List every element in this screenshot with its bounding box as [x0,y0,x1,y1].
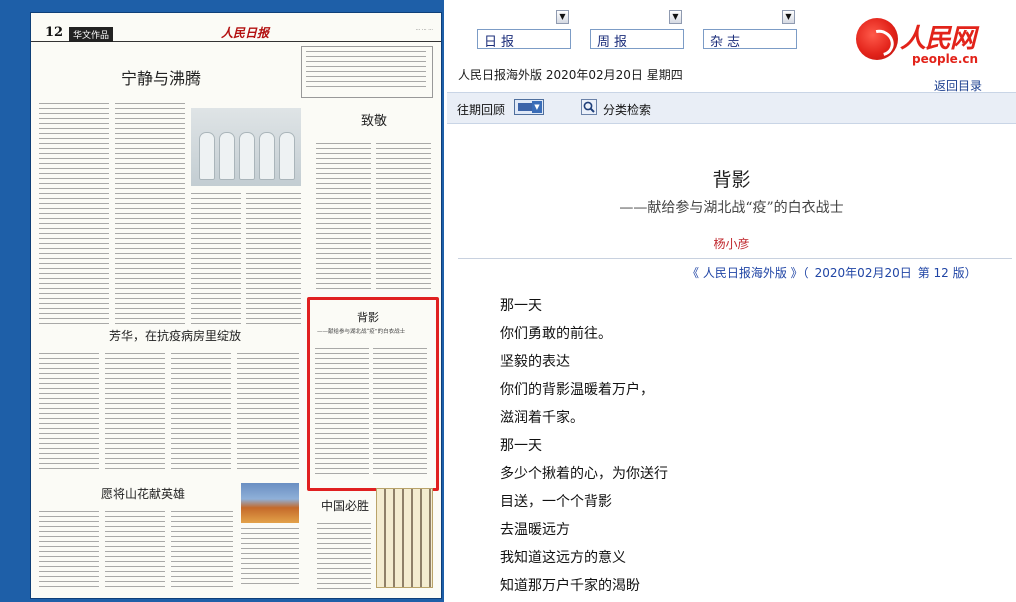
chevron-down-icon: ▼ [532,101,542,113]
poem-line: 坚毅的表达 [500,354,570,370]
article-author: 杨小彦 [713,237,750,251]
text-column [39,103,109,328]
poem-line: 你们勇敢的前往。 [500,326,612,342]
people-logo-icon[interactable] [856,18,899,62]
poem-line: 去温暖远方 [500,522,570,538]
chevron-down-icon[interactable]: ▼ [669,10,682,24]
poem-line: 我知道这远方的意义 [500,550,626,566]
text-column [191,193,241,328]
category-search-link[interactable]: 分类检索 [603,101,651,118]
text-column [241,528,299,588]
chevron-down-icon[interactable]: ▼ [782,10,795,24]
nurses-photo[interactable] [191,108,301,186]
text-column [171,511,233,589]
toolbar: 往期回顾 ▼ 分类检索 [447,92,1016,124]
edition-date-line: 人民日报海外版 2020年02月20日 星期四 [458,68,683,82]
article-subtitle: ——献给参与湖北战“疫”的白衣战士 [619,200,844,216]
headline-fanghua[interactable]: 芳华，在抗疫病房里绽放 [109,327,241,344]
flowers-photo[interactable] [241,483,299,523]
poem-line: 知道那万户千家的渴盼 [500,578,640,594]
poem-line: 那一天 [500,438,542,454]
article-highlight-box[interactable] [307,297,439,491]
headline-zhijing[interactable]: 致敬 [361,110,387,129]
poem-line: 那一天 [500,298,542,314]
source-date: 2020年02月20日 [814,266,912,280]
newspaper-panel: 12 华文作品 人民日报 ··· ··· ··· 宁静与沸腾 致敬 芳华，在抗疫… [0,0,444,602]
page-number: 12 [45,25,64,40]
poem-line: 你们的背影温暖着万户， [500,382,654,398]
monitor-icon [518,103,532,111]
poem-line: 目送，一个个背影 [500,494,612,510]
past-issue-picker-button[interactable]: ▼ [514,99,544,115]
headline-yuanjiang[interactable]: 愿将山花献英雄 [101,485,185,502]
article-source: 《 人民日报海外版 》（ 2020年02月20日第 12 版） [687,264,983,281]
logo-text[interactable]: 人民网 [900,18,976,55]
text-column [105,353,165,473]
editor-note-box [301,46,433,98]
tab-weekly[interactable]: 周报 [590,29,684,50]
poem-line: 滋润着千家。 [500,410,584,426]
text-column [316,143,371,293]
source-paper: 《 人民日报海外版 》（ [687,266,809,280]
text-column [237,353,299,473]
article-title: 背影 [712,169,751,191]
article-body: 那一天 你们勇敢的前往。 坚毅的表达 你们的背影温暖着万户， 滋润着千家。 那一… [500,292,668,600]
newspaper-header: 12 华文作品 人民日报 ··· ··· ··· [31,25,441,42]
tab-magazine[interactable]: 杂志 [703,29,797,50]
text-column [39,353,99,473]
chevron-down-icon[interactable]: ▼ [556,10,569,24]
search-icon[interactable] [581,99,597,115]
newspaper-page-image[interactable]: 12 华文作品 人民日报 ··· ··· ··· 宁静与沸腾 致敬 芳华，在抗疫… [30,12,442,599]
text-column [105,511,165,589]
tab-daily[interactable]: 日报 [477,29,571,50]
divider [458,258,1012,259]
headline-zhongguo[interactable]: 中国必胜 [321,497,369,514]
logo-domain[interactable]: people.cn [912,52,978,66]
section-name: 华文作品 [69,27,114,42]
calligraphy-image[interactable] [376,488,433,588]
text-column [115,103,185,328]
text-column [39,511,99,589]
text-column [317,523,371,589]
header-small-print: ··· ··· ··· [415,27,433,33]
text-column [246,193,301,328]
poem-line: 多少个揪着的心，为你送行 [500,466,668,482]
headline-main[interactable]: 宁静与沸腾 [121,65,201,89]
text-column [376,143,431,293]
newspaper-masthead: 人民日报 [221,26,270,40]
past-review-label[interactable]: 往期回顾 [457,101,505,118]
text-column [171,353,231,473]
source-page: 第 12 版） [917,266,977,280]
